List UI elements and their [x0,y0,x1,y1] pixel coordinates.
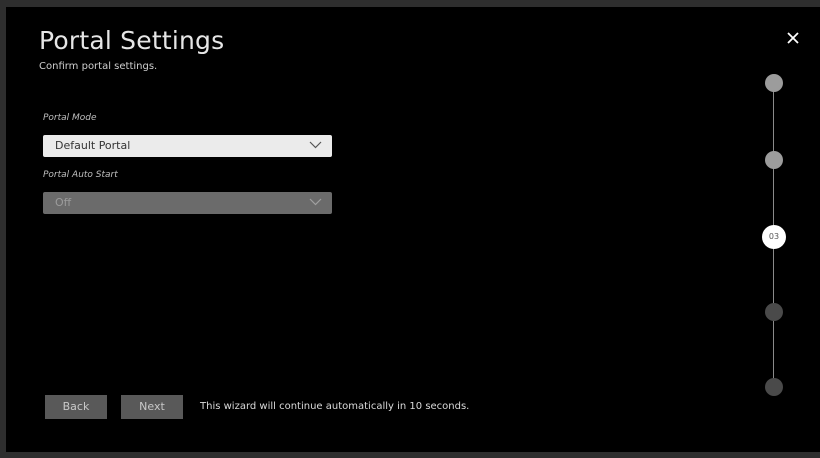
portal-auto-start-label: Portal Auto Start [43,170,118,180]
step-3-indicator: 03 [762,225,786,249]
step-5-indicator [765,378,783,396]
close-button[interactable] [783,28,803,48]
chevron-down-icon [309,198,322,206]
portal-mode-label: Portal Mode [43,113,97,123]
portal-mode-dropdown[interactable]: Default Portal [43,135,332,157]
portal-settings-screen: Portal Settings Confirm portal settings.… [6,7,820,452]
portal-mode-value: Default Portal [55,139,131,152]
page-title: Portal Settings [39,26,225,55]
step-4-indicator [765,303,783,321]
step-1-indicator [765,74,783,92]
close-icon [787,32,799,44]
portal-auto-start-dropdown[interactable]: Off [43,192,332,214]
back-button[interactable]: Back [45,395,107,419]
chevron-down-icon [309,141,322,149]
auto-continue-notice: This wizard will continue automatically … [200,401,470,412]
step-2-indicator [765,151,783,169]
next-button[interactable]: Next [121,395,183,419]
portal-auto-start-value: Off [55,196,72,209]
page-subtitle: Confirm portal settings. [39,61,158,72]
